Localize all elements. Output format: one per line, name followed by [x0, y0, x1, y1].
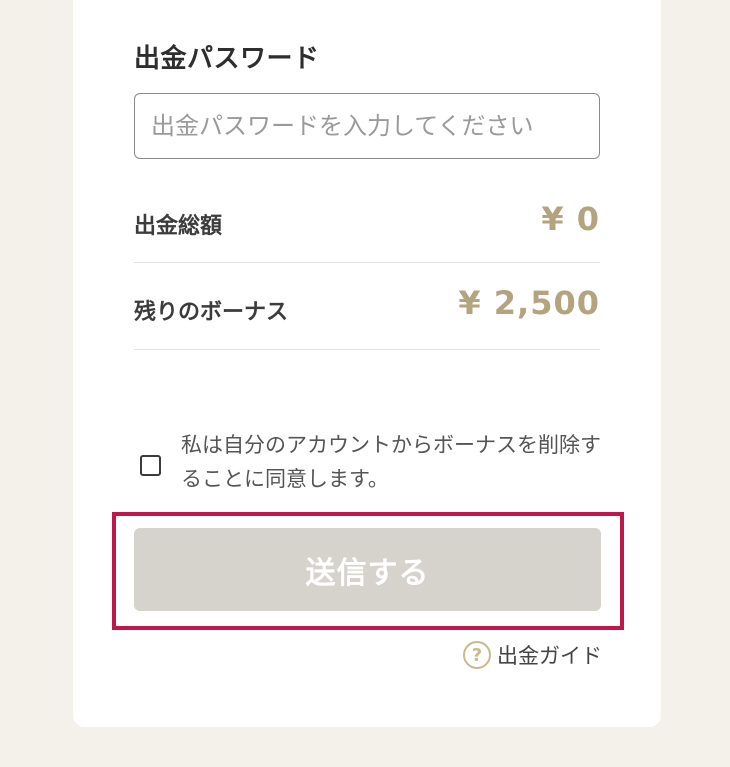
- total-withdrawal-label: 出金総額: [134, 214, 223, 239]
- remaining-bonus-label: 残りのボーナス: [134, 300, 289, 325]
- question-circle-icon: ?: [463, 641, 491, 669]
- withdrawal-guide-link[interactable]: ? 出金ガイド: [463, 640, 602, 670]
- total-withdrawal-row: 出金総額 ¥ 0: [134, 180, 600, 263]
- password-section-title: 出金パスワード: [134, 44, 320, 74]
- submit-button[interactable]: 送信する: [134, 528, 601, 611]
- remaining-bonus-row: 残りのボーナス ¥ 2,500: [134, 262, 600, 350]
- withdrawal-guide-label: 出金ガイド: [497, 644, 602, 668]
- total-withdrawal-amount: ¥ 0: [541, 200, 600, 238]
- consent-checkbox[interactable]: [140, 455, 161, 476]
- withdrawal-password-input[interactable]: [134, 93, 600, 159]
- consent-text: 私は自分のアカウントからボーナスを削除することに同意します。: [181, 433, 601, 491]
- remaining-bonus-amount: ¥ 2,500: [458, 284, 600, 322]
